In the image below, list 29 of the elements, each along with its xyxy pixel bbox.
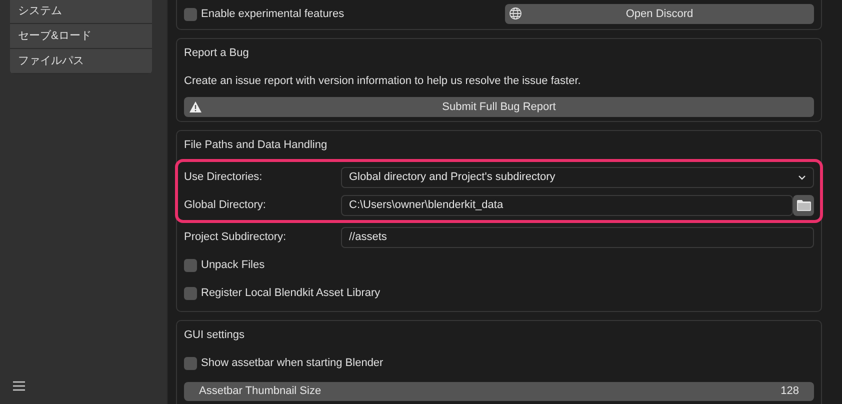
discord-button[interactable]: Open Discord — [505, 4, 814, 24]
field-label: Global Directory: — [184, 198, 267, 213]
panel-title: File Paths and Data Handling — [184, 138, 328, 153]
checkbox[interactable] — [184, 258, 197, 272]
checkbox[interactable] — [184, 286, 197, 300]
folder-button[interactable] — [793, 194, 814, 216]
bug-report-button[interactable]: Submit Full Bug Report — [184, 97, 814, 117]
checkbox-label: Show assetbar when starting Blender — [201, 356, 384, 371]
checkbox[interactable] — [184, 8, 197, 20]
panel-title: GUI settings — [184, 328, 246, 343]
description: Create an issue report with version information to help us resolve the issue faster. — [184, 74, 582, 89]
field-label: Project Subdirectory: — [184, 230, 288, 245]
checkbox-label: Register Local Blendkit Asset Library — [201, 286, 380, 301]
panel-title: Report a Bug — [184, 46, 250, 61]
sidebar-item[interactable]: ファイルパス — [10, 49, 152, 74]
text-field[interactable]: //assets — [341, 226, 814, 248]
warning-icon — [189, 101, 202, 113]
folder-icon — [796, 200, 810, 210]
checkbox-label: Enable experimental features — [201, 6, 344, 22]
sidebar-item[interactable]: セーブ&ロード — [10, 24, 152, 49]
globe-icon — [509, 7, 523, 21]
field-label: Use Directories: — [184, 170, 264, 185]
checkbox-label: Unpack Files — [201, 258, 265, 273]
chevron-down-icon — [798, 174, 806, 180]
checkbox[interactable] — [184, 356, 197, 370]
text-field[interactable]: C:\Users\owner\blenderkit_data — [341, 194, 793, 216]
sidebar-item[interactable]: システム — [10, 0, 152, 24]
menu-icon[interactable] — [12, 380, 26, 392]
dropdown[interactable]: Global directory and Project's subdirectory — [341, 166, 814, 188]
